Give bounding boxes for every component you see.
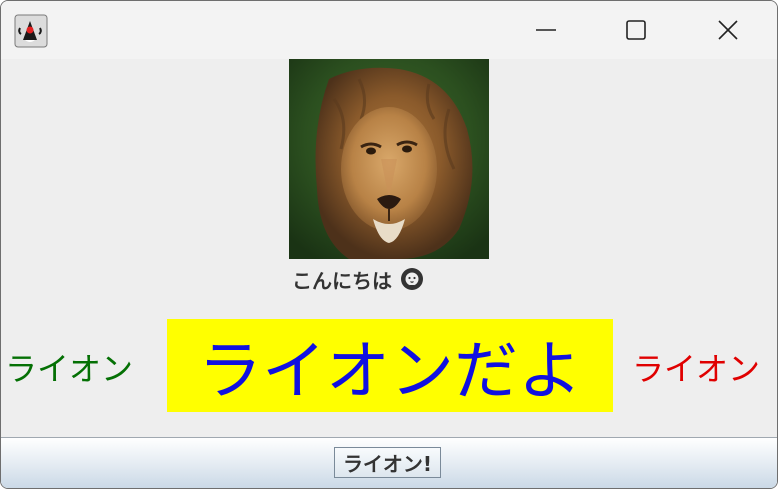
greeting-text: こんにちは xyxy=(292,268,392,293)
greeting-label: こんにちは xyxy=(292,264,424,294)
lion-label-center: ライオンだよ xyxy=(167,319,613,412)
lion-face-icon xyxy=(401,268,423,290)
lion-button[interactable]: ライオン! xyxy=(334,447,441,478)
minimize-button[interactable] xyxy=(515,1,577,59)
maximize-icon xyxy=(626,20,646,40)
maximize-button[interactable] xyxy=(605,1,667,59)
lion-photo xyxy=(289,59,489,259)
lion-label-left: ライオン xyxy=(5,350,134,388)
java-duke-icon[interactable] xyxy=(14,14,48,48)
content-pane: こんにちは ライオン ライオンだよ ライオン ライオン! xyxy=(1,59,777,488)
title-bar[interactable] xyxy=(1,1,777,59)
app-window: こんにちは ライオン ライオンだよ ライオン ライオン! xyxy=(0,0,778,489)
minimize-icon xyxy=(536,29,556,31)
close-button[interactable] xyxy=(697,1,759,59)
close-icon xyxy=(718,20,738,40)
bottom-bar: ライオン! xyxy=(1,437,777,488)
lion-label-right: ライオン xyxy=(632,350,761,388)
